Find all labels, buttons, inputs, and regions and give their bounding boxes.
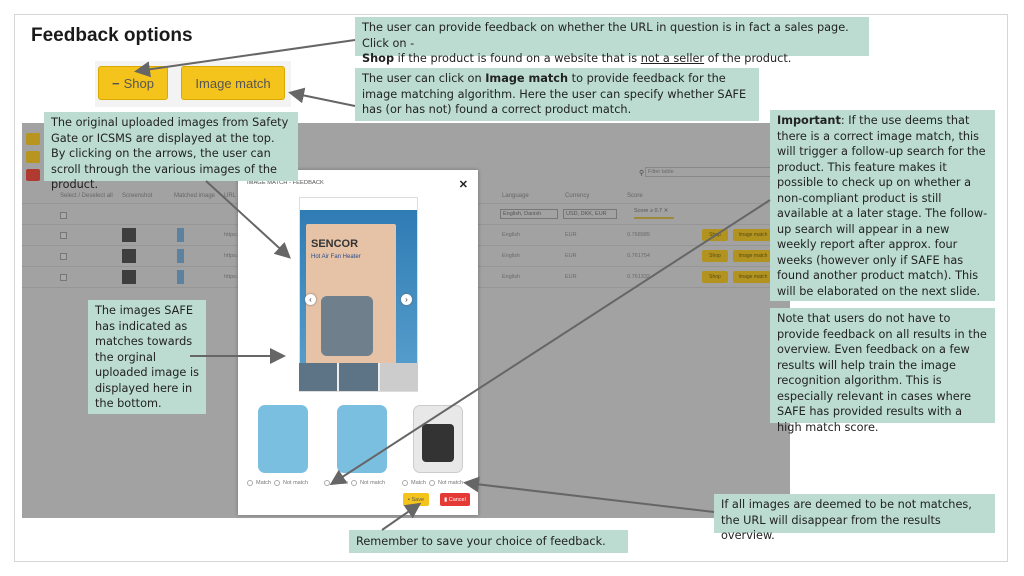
callout-not-matches: If all images are deemed to be not match… bbox=[714, 494, 995, 542]
header-screenshot: Screenshot bbox=[122, 193, 153, 199]
row-checkbox[interactable] bbox=[60, 274, 67, 281]
row-shop-button[interactable]: Shop bbox=[702, 250, 728, 262]
image-match-modal: IMAGE MATCH - FEEDBACK ✕ SENCOR Hot Air … bbox=[238, 170, 478, 515]
row-shop-button[interactable]: Shop bbox=[702, 229, 728, 241]
currency-cell: EUR bbox=[565, 253, 577, 259]
prev-arrow-icon[interactable]: ‹ bbox=[305, 294, 316, 305]
heater-image bbox=[321, 296, 373, 356]
save-button[interactable]: ▪ Save bbox=[403, 493, 429, 506]
currency-filter[interactable]: USD, DKK, EUR bbox=[563, 209, 617, 219]
match-radio-group: Match Not match bbox=[324, 480, 385, 486]
language-cell: English bbox=[502, 232, 521, 238]
filter-input[interactable]: Filter table bbox=[645, 167, 790, 177]
row-image-match-button[interactable]: Image match bbox=[733, 250, 773, 262]
not-match-radio[interactable] bbox=[350, 480, 357, 486]
row-shop-button[interactable]: Shop bbox=[702, 271, 728, 283]
match-radio[interactable] bbox=[324, 480, 330, 486]
search-icon: ⚲ bbox=[639, 170, 645, 177]
product-box: SENCOR Hot Air Fan Heater bbox=[306, 224, 396, 364]
image-match-button[interactable]: Image match bbox=[181, 66, 285, 100]
match-radio[interactable] bbox=[402, 480, 408, 486]
match-candidate-image bbox=[258, 405, 308, 473]
matched-image-thumbnail[interactable] bbox=[177, 228, 184, 242]
header-score[interactable]: Score bbox=[627, 193, 643, 199]
header-language[interactable]: Language bbox=[502, 193, 529, 199]
feedback-buttons-panel: − Shop Image match bbox=[95, 61, 291, 107]
callout-matches: The images SAFE has indicated as matches… bbox=[88, 300, 206, 414]
next-arrow-icon[interactable]: › bbox=[401, 294, 412, 305]
lock-icon: ▪ bbox=[407, 496, 410, 503]
slide-title: Feedback options bbox=[31, 25, 193, 46]
header-matched-image: Matched image bbox=[174, 193, 216, 199]
not-match-radio[interactable] bbox=[428, 480, 435, 486]
row-checkbox[interactable] bbox=[60, 253, 67, 260]
product-name: Hot Air Fan Heater bbox=[311, 254, 361, 260]
match-radio[interactable] bbox=[247, 480, 253, 486]
match-radio-group: Match Not match bbox=[247, 480, 308, 486]
language-filter[interactable]: English, Danish bbox=[500, 209, 558, 219]
sidebar-button[interactable] bbox=[26, 151, 40, 163]
currency-cell: EUR bbox=[565, 232, 577, 238]
row-image-match-button[interactable]: Image match bbox=[733, 271, 773, 283]
thumbnail[interactable] bbox=[379, 363, 418, 391]
score-cell: 0.761754 bbox=[627, 253, 650, 259]
callout-important: Important: If the use deems that there i… bbox=[770, 110, 995, 301]
callout-image-match: The user can click on Image match to pro… bbox=[355, 68, 759, 121]
sidebar-button[interactable] bbox=[26, 169, 40, 181]
header-select[interactable]: Select / Deselect all bbox=[60, 193, 113, 199]
match-radio-group: Match Not match bbox=[402, 480, 463, 486]
callout-shop: The user can provide feedback on whether… bbox=[355, 17, 869, 65]
score-slider[interactable]: Score ≥ 0.7 ✕ bbox=[634, 208, 674, 219]
screenshot-thumbnail[interactable] bbox=[122, 270, 136, 284]
select-all-checkbox[interactable] bbox=[60, 212, 67, 219]
language-cell: English bbox=[502, 253, 521, 259]
screenshot-thumbnail[interactable] bbox=[122, 249, 136, 263]
callout-save: Remember to save your choice of feedback… bbox=[349, 530, 628, 553]
matched-image-thumbnail[interactable] bbox=[177, 249, 184, 263]
close-icon[interactable]: ✕ bbox=[459, 178, 468, 191]
callout-original-images: The original uploaded images from Safety… bbox=[44, 112, 298, 191]
header-currency[interactable]: Currency bbox=[565, 193, 589, 199]
image-thumbnail-strip bbox=[299, 363, 418, 391]
not-match-radio[interactable] bbox=[273, 480, 280, 486]
score-cell: 0.761332 bbox=[627, 274, 650, 280]
row-checkbox[interactable] bbox=[60, 232, 67, 239]
trash-icon: ▮ bbox=[444, 496, 448, 503]
sidebar-button[interactable] bbox=[26, 133, 40, 145]
thumbnail[interactable] bbox=[339, 363, 378, 391]
row-image-match-button[interactable]: Image match bbox=[733, 229, 773, 241]
callout-note: Note that users do not have to provide f… bbox=[770, 308, 995, 434]
currency-cell: EUR bbox=[565, 274, 577, 280]
product-brand: SENCOR bbox=[311, 238, 359, 250]
header-url[interactable]: URL bbox=[224, 193, 236, 199]
shop-button[interactable]: − Shop bbox=[98, 66, 168, 100]
matched-image-thumbnail[interactable] bbox=[177, 270, 184, 284]
language-cell: English bbox=[502, 274, 521, 280]
thumbnail[interactable] bbox=[299, 363, 338, 391]
match-candidate-image bbox=[337, 405, 387, 473]
cancel-button[interactable]: ▮ Cancel bbox=[440, 493, 470, 506]
match-candidate-image bbox=[413, 405, 463, 473]
score-cell: 0.768985 bbox=[627, 232, 650, 238]
minus-icon: − bbox=[112, 75, 120, 91]
screenshot-thumbnail[interactable] bbox=[122, 228, 136, 242]
